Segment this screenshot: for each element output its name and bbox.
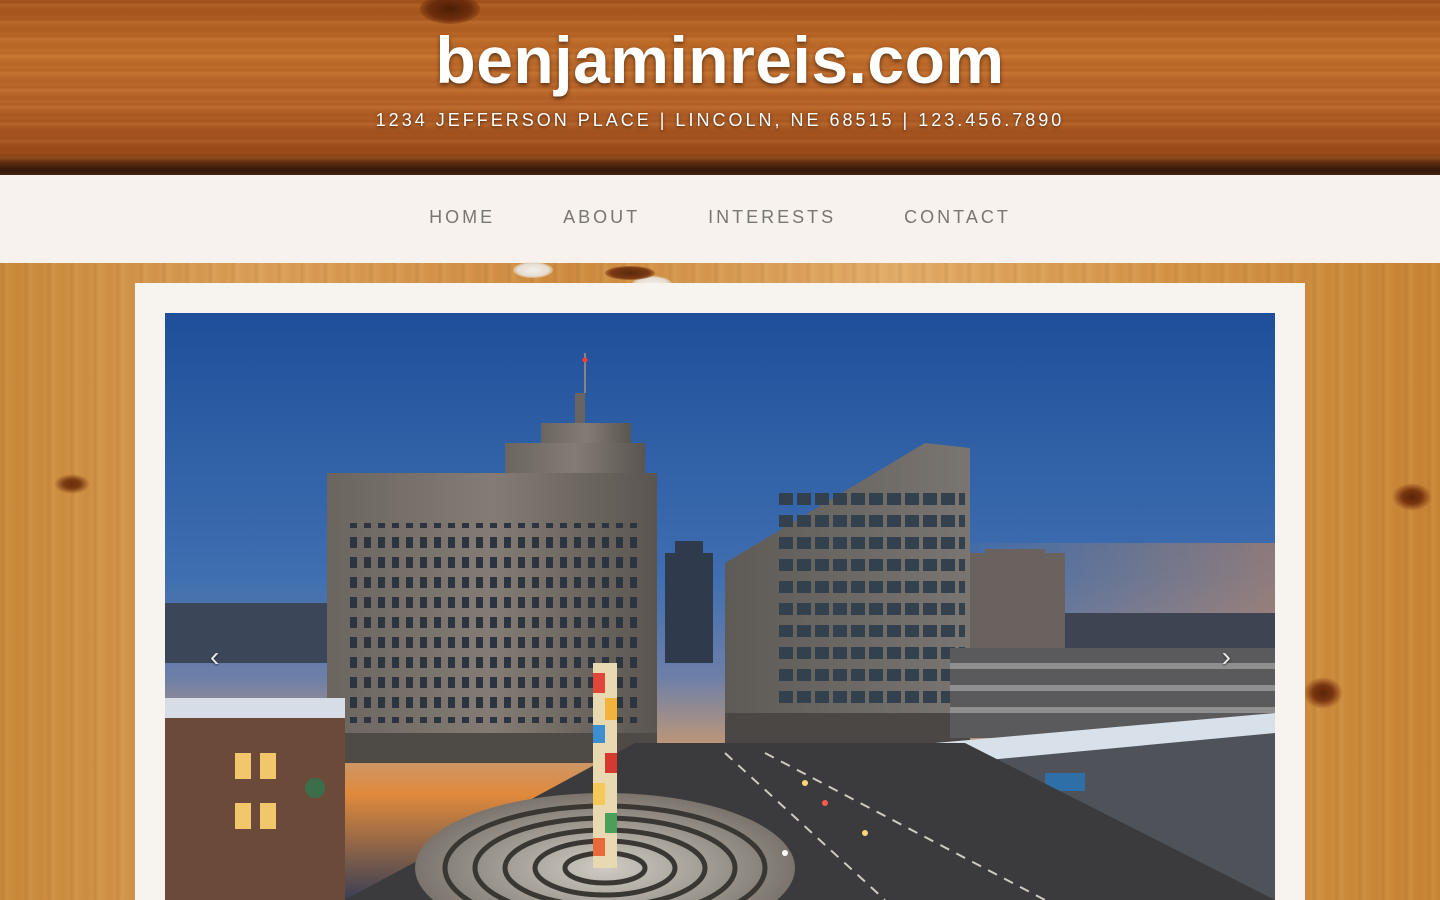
image-carousel[interactable] [165, 313, 1275, 900]
site-title[interactable]: benjaminreis.com [0, 22, 1440, 98]
city-skyline-photo [165, 313, 1275, 900]
nav-home[interactable]: HOME [395, 207, 529, 228]
main-nav: HOME ABOUT INTERESTS CONTACT [0, 175, 1440, 263]
nav-interests[interactable]: INTERESTS [674, 207, 870, 228]
wood-knot-decoration [605, 266, 655, 280]
wood-knot-decoration [420, 0, 480, 24]
site-header: benjaminreis.com 1234 JEFFERSON PLACE | … [0, 0, 1440, 175]
nav-contact[interactable]: CONTACT [870, 207, 1045, 228]
content-frame: ‹ › [135, 283, 1305, 900]
carousel-prev-button[interactable]: ‹ [210, 643, 219, 671]
wood-nail-decoration [513, 262, 553, 278]
nav-about[interactable]: ABOUT [529, 207, 674, 228]
contact-address: 1234 JEFFERSON PLACE | LINCOLN, NE 68515… [375, 110, 1065, 130]
carousel-next-button[interactable]: › [1222, 643, 1231, 671]
